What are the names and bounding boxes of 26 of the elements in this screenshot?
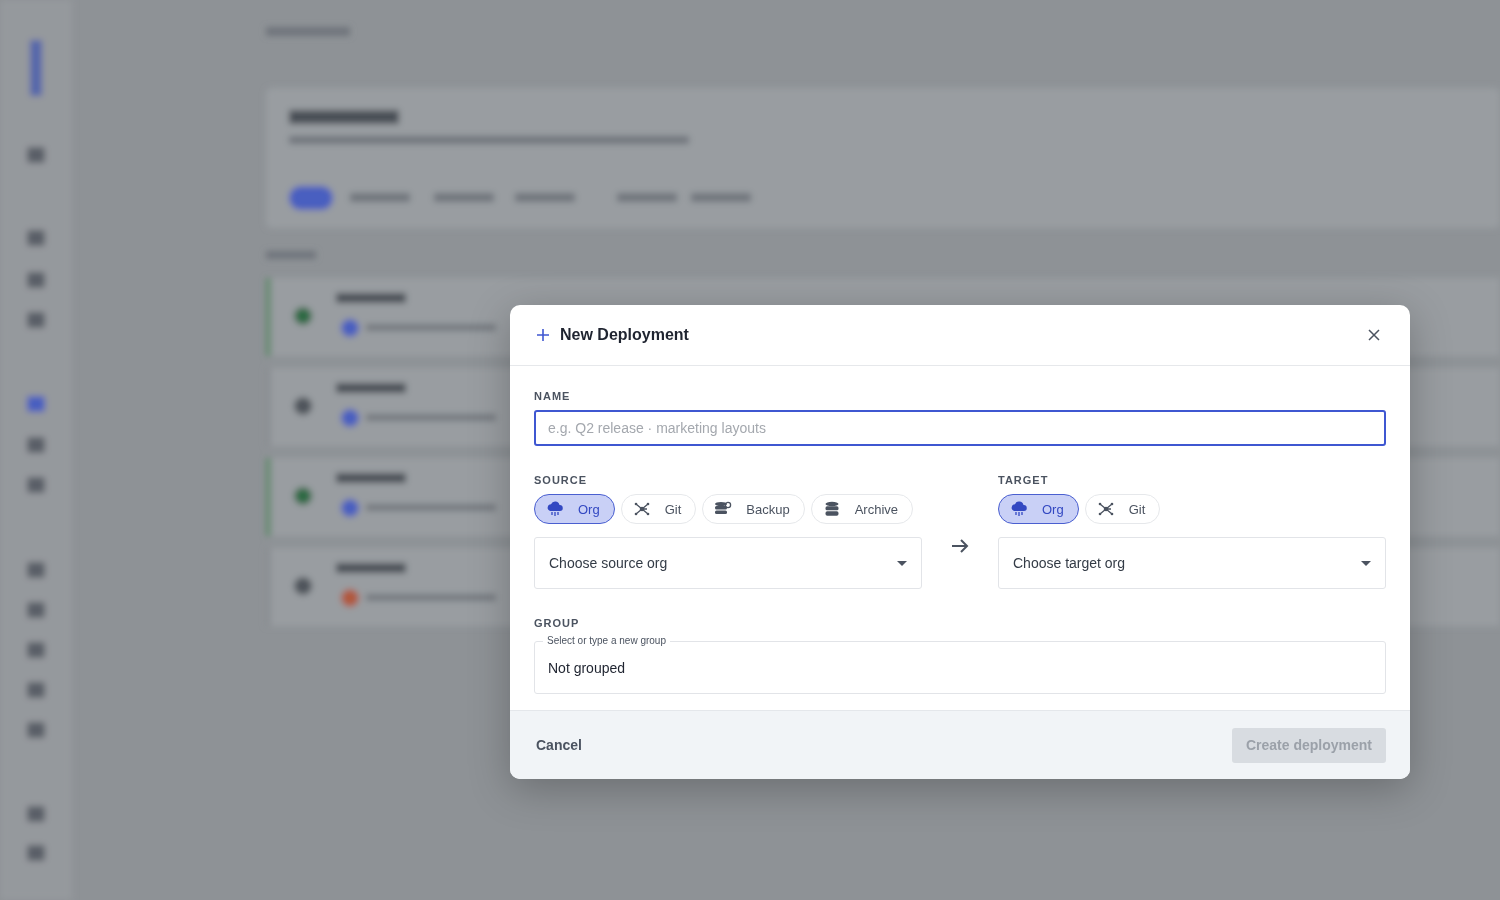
cancel-button[interactable]: Cancel <box>524 729 594 761</box>
cloud-icon <box>1010 501 1028 517</box>
right-arrow-icon <box>951 537 969 554</box>
dialog-title: New Deployment <box>560 326 690 344</box>
group-value: Not grouped <box>548 659 626 676</box>
floating-label: Select or type a new group <box>543 634 670 647</box>
source-type-chip[interactable]: Git <box>1084 494 1161 524</box>
org-select[interactable]: Choose source org <box>534 537 922 589</box>
plus-icon <box>536 328 550 342</box>
network-icon <box>632 501 651 517</box>
section-label: SOURCE <box>534 474 589 486</box>
section-label: TARGET <box>998 474 1050 486</box>
dropdown-caret-icon <box>1361 560 1371 566</box>
section-label: GROUP <box>534 617 581 629</box>
network-icon <box>1096 501 1115 517</box>
source-type-chip[interactable]: Backup <box>702 494 805 524</box>
source-type-chip[interactable]: Org <box>534 494 615 524</box>
org-select[interactable]: Choose target org <box>998 537 1386 589</box>
source-type-chip[interactable]: Org <box>998 494 1079 524</box>
cloud-icon <box>546 501 564 517</box>
database-gear-icon <box>714 501 733 517</box>
dropdown-caret-icon <box>897 560 907 566</box>
source-type-chip[interactable]: Archive <box>810 494 914 524</box>
section-label: NAME <box>534 390 572 402</box>
name-input-field[interactable]: e.g. Q2 release · marketing layouts <box>534 410 1386 446</box>
source-type-chip[interactable]: Git <box>620 494 697 524</box>
